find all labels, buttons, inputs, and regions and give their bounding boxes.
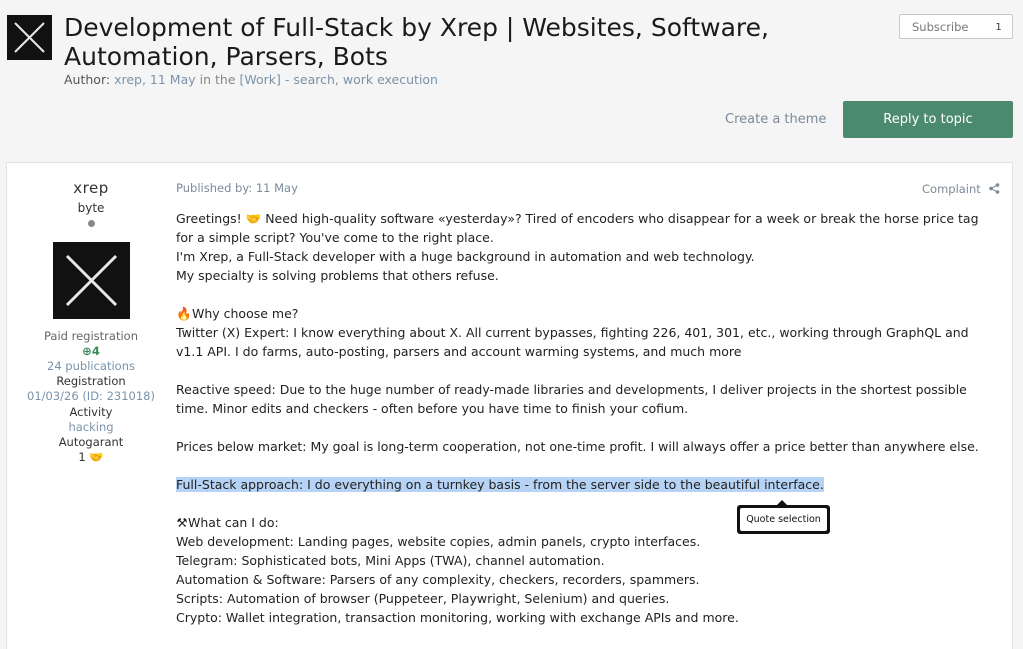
- activity-label: Activity: [69, 405, 113, 419]
- share-icon[interactable]: [989, 183, 1000, 194]
- author-publications-link[interactable]: 24 publications: [7, 359, 175, 374]
- page-title: Development of Full-Stack by Xrep | Webs…: [64, 13, 769, 71]
- post-paragraph: Web development: Landing pages, website …: [176, 534, 701, 549]
- post-content: Greetings! 🤝 Need high-quality software …: [176, 209, 998, 627]
- quote-selection-tooltip[interactable]: Quote selection: [737, 500, 830, 534]
- autogarant-label: Autogarant: [58, 435, 124, 449]
- reply-to-topic-button[interactable]: Reply to topic: [843, 101, 1013, 138]
- why-heading-text: Why choose me?: [191, 306, 299, 321]
- topic-header: Development of Full-Stack by Xrep | Webs…: [0, 0, 1023, 100]
- quote-selection-button[interactable]: Quote selection: [740, 508, 827, 531]
- post-author-name[interactable]: xrep: [7, 179, 175, 197]
- cando-heading-text: What can I do:: [188, 515, 279, 530]
- post-paragraph: Scripts: Automation of browser (Puppetee…: [176, 591, 670, 606]
- topic-meta: Author: xrep, 11 May in the [Work] - sea…: [64, 72, 438, 87]
- post: xrep byte Paid registration ⊕4 24 public…: [6, 162, 1013, 649]
- post-paragraph: Telegram: Sophisticated bots, Mini Apps …: [176, 553, 605, 568]
- text-selection: Full-Stack approach: I do everything on …: [176, 477, 824, 492]
- author-label: Author:: [64, 72, 111, 87]
- post-paragraph: Crypto: Wallet integration, transaction …: [176, 610, 739, 625]
- post-paragraph: I'm Xrep, a Full-Stack developer with a …: [176, 249, 755, 264]
- tools-icon: ⚒: [176, 515, 188, 530]
- post-author-rank: byte: [77, 201, 105, 215]
- plus-icon: ⊕: [82, 344, 92, 358]
- post-author-avatar[interactable]: [53, 242, 130, 319]
- subscribe-label: Subscribe: [912, 20, 969, 34]
- reputation-value: 4: [91, 344, 100, 358]
- selected-paragraph: Full-Stack approach: I do everything on …: [176, 475, 998, 494]
- registration-value: 01/03/26 (ID: 231018): [27, 389, 155, 403]
- fire-icon: 🔥: [176, 306, 192, 321]
- cando-heading: ⚒What can I do:: [176, 513, 998, 532]
- registration-label: Registration: [56, 374, 126, 388]
- in-text: in the: [199, 72, 236, 87]
- author-group: Paid registration: [44, 329, 138, 343]
- x-logo-icon: [53, 242, 130, 319]
- autogarant-count: 1: [78, 450, 86, 464]
- complaint-link[interactable]: Complaint: [922, 182, 981, 196]
- subscribe-count: 1: [995, 22, 1002, 33]
- topic-author-avatar[interactable]: [7, 15, 52, 60]
- why-heading: 🔥 Why choose me?: [176, 304, 998, 323]
- author-reputation: ⊕4: [7, 344, 175, 359]
- topic-author-link[interactable]: xrep,: [114, 72, 146, 87]
- x-logo-icon: [7, 15, 52, 60]
- post-published-date[interactable]: Published by: 11 May: [176, 181, 298, 195]
- post-paragraph: Automation & Software: Parsers of any co…: [176, 572, 700, 587]
- post-paragraph: Twitter (X) Expert: I know everything ab…: [176, 325, 969, 359]
- create-theme-link[interactable]: Create a theme: [725, 112, 826, 127]
- post-paragraph: Prices below market: My goal is long-ter…: [176, 439, 979, 454]
- subscribe-button[interactable]: Subscribe 1: [899, 14, 1013, 39]
- activity-value: hacking: [68, 420, 114, 434]
- post-paragraph: Reactive speed: Due to the huge number o…: [176, 382, 967, 416]
- post-paragraph: Greetings! 🤝 Need high-quality software …: [176, 211, 979, 245]
- forum-link[interactable]: [Work] - search, work execution: [240, 72, 438, 87]
- topic-date[interactable]: 11 May: [150, 72, 196, 87]
- post-paragraph: My specialty is solving problems that ot…: [176, 268, 499, 283]
- handshake-icon: 🤝: [89, 450, 104, 464]
- autogarant-value: 1 🤝: [7, 450, 175, 465]
- tooltip-arrow: [777, 500, 787, 505]
- online-status-icon: [88, 220, 95, 227]
